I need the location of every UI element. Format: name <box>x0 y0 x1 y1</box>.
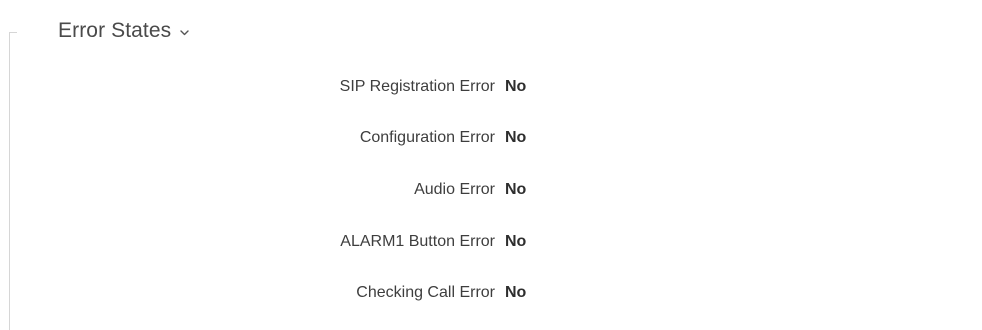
chevron-down-icon <box>179 28 189 38</box>
status-row-configuration-error: Configuration Error No <box>0 123 982 153</box>
status-row-checking-call-error: Checking Call Error No <box>0 278 982 308</box>
section-title: Error States <box>58 19 172 42</box>
status-value: No <box>505 233 527 250</box>
status-label: Checking Call Error <box>356 284 495 301</box>
status-value: No <box>505 284 527 301</box>
error-states-section: Error States SIP Registration Error No C… <box>0 0 982 330</box>
status-value: No <box>505 78 527 95</box>
status-value: No <box>505 181 527 198</box>
status-label: Configuration Error <box>359 129 495 146</box>
section-frame-tick <box>9 32 17 33</box>
status-label: Audio Error <box>414 181 495 198</box>
status-label: ALARM1 Button Error <box>340 233 495 250</box>
error-states-toggle[interactable]: Error States <box>58 16 189 46</box>
status-row-sip-registration-error: SIP Registration Error No <box>0 72 982 102</box>
status-value: No <box>505 129 527 146</box>
status-row-alarm1-button-error: ALARM1 Button Error No <box>0 227 982 257</box>
status-label: SIP Registration Error <box>339 78 495 95</box>
status-row-audio-error: Audio Error No <box>0 175 982 205</box>
